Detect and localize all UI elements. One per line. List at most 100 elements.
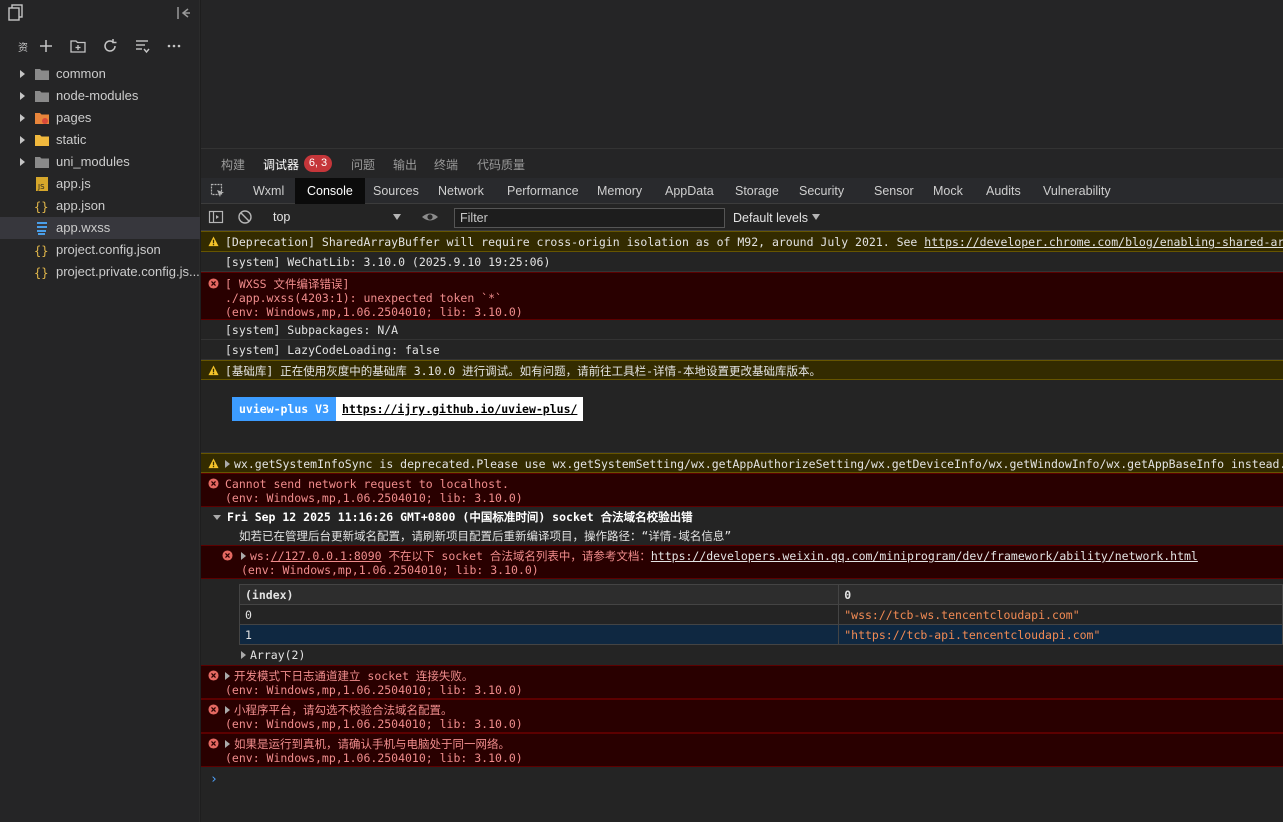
files-icon[interactable] — [8, 4, 24, 22]
tab-wxml[interactable]: Wxml — [241, 178, 296, 204]
console-prompt-icon[interactable]: › — [210, 772, 218, 787]
eye-icon[interactable] — [421, 209, 439, 225]
warning-icon — [208, 236, 219, 247]
tree-item-label: app.json — [56, 198, 106, 213]
tab-sensor[interactable]: Sensor — [862, 178, 926, 204]
chevron-down-icon[interactable] — [213, 515, 221, 520]
message-text: 开发模式下日志通道建立 socket 连接失败。 — [225, 669, 473, 683]
new-file-icon[interactable] — [37, 37, 55, 55]
console-warning: wx.getSystemInfoSync is deprecated.Pleas… — [201, 453, 1283, 473]
tree-folder-pages[interactable]: pages — [0, 107, 200, 129]
clear-console-icon[interactable] — [237, 209, 253, 225]
svg-text:{}: {} — [34, 244, 48, 257]
tab-problems[interactable]: 问题 — [351, 156, 375, 173]
explorer-label: 资 — [18, 43, 28, 54]
explorer-toolbar: 资 — [0, 34, 200, 58]
ws-prefix: ws: — [250, 549, 271, 563]
message-text: [system] WeChatLib: 3.10.0 (2025.9.10 19… — [225, 255, 551, 269]
collapse-all-icon[interactable] — [133, 37, 151, 55]
tree-item-label: project.private.config.js... — [56, 264, 200, 279]
tab-memory[interactable]: Memory — [585, 178, 654, 204]
group-title-text: Fri Sep 12 2025 11:16:26 GMT+0800 (中国标准时… — [227, 510, 693, 524]
group-title: Fri Sep 12 2025 11:16:26 GMT+0800 (中国标准时… — [213, 510, 693, 524]
error-icon — [222, 550, 233, 561]
tab-vulnerability[interactable]: Vulnerability — [1031, 178, 1123, 204]
tab-terminal[interactable]: 终端 — [434, 156, 458, 173]
tree-folder-uni-modules[interactable]: uni_modules — [0, 151, 200, 173]
array-toggle[interactable]: Array(2) — [241, 648, 305, 662]
inspect-element-icon[interactable] — [210, 183, 226, 199]
table-cell: 0 — [238, 604, 840, 625]
expand-arrow-icon[interactable] — [225, 672, 230, 680]
sidebar-toggle-icon[interactable] — [208, 209, 224, 225]
svg-text:JS: JS — [37, 183, 45, 191]
error-icon — [208, 704, 219, 715]
message-text: [基础库] 正在使用灰度中的基础库 3.10.0 进行调试。如有问题，请前往工具… — [225, 364, 822, 378]
tree-item-label: app.wxss — [56, 220, 111, 235]
console-output: [Deprecation] SharedArrayBuffer will req… — [201, 231, 1283, 822]
tab-audits[interactable]: Audits — [974, 178, 1033, 204]
log-levels-dropdown[interactable]: Default levels — [733, 208, 821, 228]
console-table: (index) 0 0 "wss://tcb-ws.tencentcloudap… — [238, 584, 1283, 645]
pages-folder-icon — [35, 113, 49, 124]
chevron-right-icon[interactable] — [20, 158, 25, 166]
table-row: 0 "wss://tcb-ws.tencentcloudapi.com" — [238, 604, 1283, 625]
filter-input[interactable] — [454, 208, 725, 228]
expand-arrow-icon[interactable] — [241, 651, 246, 659]
console-group-header[interactable]: Fri Sep 12 2025 11:16:26 GMT+0800 (中国标准时… — [201, 507, 1283, 527]
expand-arrow-icon[interactable] — [225, 706, 230, 714]
tree-file-project-private-config[interactable]: {} project.private.config.js... — [0, 261, 200, 283]
chevron-right-icon[interactable] — [20, 92, 25, 100]
tab-network[interactable]: Network — [426, 178, 496, 204]
collapse-sidebar-icon[interactable] — [176, 5, 192, 21]
chevron-right-icon[interactable] — [20, 114, 25, 122]
deprecation-link[interactable]: https://developer.chrome.com/blog/enabli… — [924, 235, 1283, 249]
tab-console[interactable]: Console — [295, 178, 365, 204]
ws-message: 不在以下 socket 合法域名列表中，请参考文档： — [381, 549, 651, 563]
deprecation-text: [Deprecation] SharedArrayBuffer will req… — [225, 235, 925, 249]
tree-item-label: node-modules — [56, 88, 139, 103]
message-text: ./app.wxss(4203:1): unexpected token `*` — [225, 291, 502, 305]
new-folder-icon[interactable] — [69, 37, 87, 55]
tab-performance[interactable]: Performance — [495, 178, 591, 204]
expand-arrow-icon[interactable] — [225, 460, 230, 468]
context-selector[interactable]: top — [267, 207, 403, 227]
tree-file-app-js[interactable]: JS app.js — [0, 173, 200, 195]
console-error: Cannot send network request to localhost… — [201, 473, 1283, 507]
tab-mock[interactable]: Mock — [921, 178, 975, 204]
error-text: 如果是运行到真机，请确认手机与电脑处于同一网络。 — [234, 737, 510, 751]
tree-item-label: pages — [56, 110, 92, 125]
folder-icon — [35, 135, 49, 146]
tree-folder-node-modules[interactable]: node-modules — [0, 85, 200, 107]
expand-arrow-icon[interactable] — [225, 740, 230, 748]
tree-file-app-json[interactable]: {} app.json — [0, 195, 200, 217]
tab-build[interactable]: 构建 — [221, 156, 245, 173]
tab-debugger[interactable]: 调试器 — [263, 156, 299, 173]
tab-appdata[interactable]: AppData — [653, 178, 726, 204]
uview-plus-link[interactable]: https://ijry.github.io/uview-plus/ — [336, 397, 584, 421]
json-file-icon: {} — [34, 200, 48, 213]
expand-arrow-icon[interactable] — [241, 552, 246, 560]
table-row: 1 "https://tcb-api.tencentcloudapi.com" — [238, 624, 1283, 645]
chevron-right-icon[interactable] — [20, 70, 25, 78]
ws-address-link[interactable]: //127.0.0.1:8090 — [271, 549, 382, 563]
tree-file-project-config[interactable]: {} project.config.json — [0, 239, 200, 261]
tab-security[interactable]: Security — [787, 178, 856, 204]
table-header[interactable]: 0 — [838, 584, 1283, 605]
tab-storage[interactable]: Storage — [723, 178, 791, 204]
more-icon[interactable] — [165, 37, 183, 55]
tree-folder-static[interactable]: static — [0, 129, 200, 151]
message-text: Cannot send network request to localhost… — [225, 477, 509, 491]
table-header[interactable]: (index) — [238, 584, 840, 605]
docs-link[interactable]: https://developers.weixin.qq.com/minipro… — [651, 549, 1198, 563]
css-file-icon — [37, 222, 47, 235]
sidebar-header — [0, 0, 200, 26]
tree-file-app-wxss[interactable]: app.wxss — [0, 217, 200, 239]
tab-sources[interactable]: Sources — [361, 178, 431, 204]
tree-folder-common[interactable]: common — [0, 63, 200, 85]
message-env: (env: Windows,mp,1.06.2504010; lib: 3.10… — [225, 751, 523, 765]
refresh-icon[interactable] — [101, 37, 119, 55]
tab-code-quality[interactable]: 代码质量 — [477, 156, 525, 173]
chevron-right-icon[interactable] — [20, 136, 25, 144]
tab-output[interactable]: 输出 — [393, 156, 417, 173]
